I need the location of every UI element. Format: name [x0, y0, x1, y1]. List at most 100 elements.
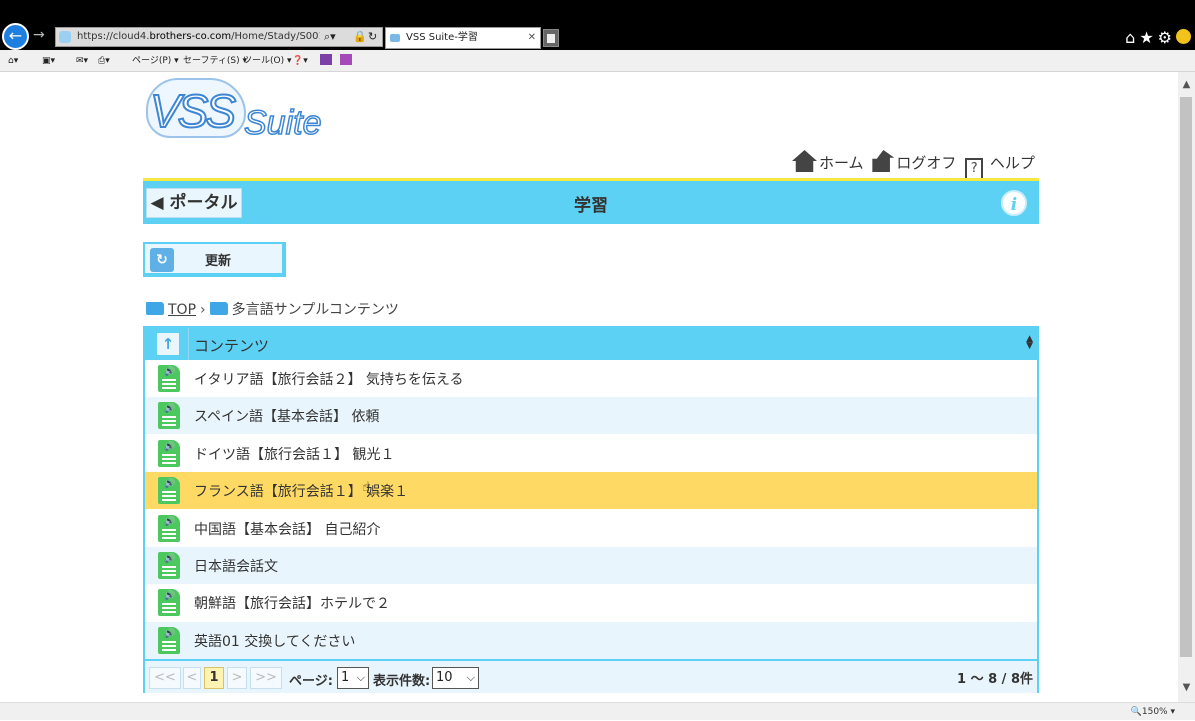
- contents-table: ↑ コンテンツ ▲ ▼ 🔊 イタリア語【旅行会話２】 気持ちを伝える 🔊 スペイン語【基…: [143, 326, 1039, 693]
- mail-icon[interactable]: ✉▾: [76, 50, 88, 72]
- first-page-button[interactable]: <<: [149, 667, 181, 689]
- portal-back-button[interactable]: ◀ ポータル: [146, 188, 242, 218]
- audio-document-icon: 🔊: [158, 402, 180, 430]
- home-icon[interactable]: ⌂: [1125, 28, 1139, 47]
- table-row[interactable]: 🔊 英語01 交換してください: [145, 621, 1037, 659]
- onenote-icon[interactable]: [320, 50, 332, 72]
- forward-arrow-icon[interactable]: →: [33, 27, 45, 43]
- page-menu[interactable]: ページ(P) ▾: [132, 50, 179, 72]
- logo-suite-text: Suite: [243, 103, 322, 143]
- tab-favicon-icon: [390, 34, 400, 42]
- page-header-bar: ◀ ポータル 学習 i: [143, 178, 1039, 224]
- breadcrumb: TOP › 多言語サンプルコンテンツ: [146, 299, 399, 319]
- audio-document-icon: 🔊: [158, 514, 180, 542]
- refresh-button[interactable]: ↻ 更新: [143, 242, 286, 277]
- vss-suite-logo: VSS Suite: [146, 76, 336, 146]
- breadcrumb-top-link[interactable]: TOP: [168, 302, 196, 318]
- feeds-icon[interactable]: ▣▾: [42, 50, 55, 72]
- safety-menu[interactable]: セーフティ(S) ▾: [183, 50, 247, 72]
- search-icon[interactable]: ⌕▾: [324, 28, 336, 46]
- browser-actions: ⌂★⚙: [1125, 28, 1191, 47]
- refresh-label: 更新: [205, 254, 232, 269]
- home-icon: [792, 150, 817, 172]
- chevron-down-icon: ⌵: [466, 671, 475, 684]
- table-row[interactable]: 🔊 フランス語【旅行会話１】 娯楽１: [145, 472, 1037, 510]
- home-page-icon[interactable]: ⌂▾: [8, 50, 18, 72]
- page-label: ページ:: [289, 674, 333, 689]
- tab-title: VSS Suite-学習: [406, 32, 478, 43]
- up-arrow-icon: ↑: [157, 333, 179, 355]
- help-icon: ?: [965, 158, 984, 180]
- table-row[interactable]: 🔊 イタリア語【旅行会話２】 気持ちを伝える: [145, 360, 1037, 397]
- refresh-icon: ↻: [150, 248, 174, 272]
- audio-document-icon: 🔊: [158, 477, 180, 505]
- settings-gear-icon[interactable]: ⚙: [1158, 28, 1176, 47]
- content-title[interactable]: 朝鮮語【旅行会話】ホテルで２: [194, 593, 390, 613]
- lock-icon[interactable]: 🔒: [353, 28, 367, 46]
- audio-document-icon: 🔊: [158, 552, 180, 579]
- logoff-link[interactable]: ログオフ: [872, 150, 956, 173]
- per-page-label: 表示件数:: [373, 674, 431, 689]
- feedback-smiley-icon[interactable]: [1176, 29, 1191, 44]
- breadcrumb-current: 多言語サンプルコンテンツ: [231, 302, 399, 318]
- chevron-right-icon: ›: [200, 302, 206, 318]
- browser-titlebar: ← → https://cloud4.brothers-co.com/Home/…: [0, 0, 1195, 50]
- audio-document-icon: 🔊: [158, 589, 180, 617]
- page-select[interactable]: 1 ⌵: [337, 667, 369, 689]
- table-header: ↑ コンテンツ ▲ ▼: [145, 328, 1037, 360]
- address-bar[interactable]: https://cloud4.brothers-co.com/Home/Stad…: [55, 27, 383, 47]
- refresh-page-icon[interactable]: ↻: [368, 28, 377, 46]
- top-navigation: ホーム ログオフ ? ヘルプ: [792, 150, 1039, 180]
- column-header-contents[interactable]: コンテンツ: [194, 335, 269, 356]
- content-title[interactable]: スペイン語【基本会話】 依頼: [194, 406, 379, 426]
- chevron-down-icon: ⌵: [356, 671, 365, 684]
- help-menu-icon[interactable]: ❓▾: [292, 50, 308, 72]
- content-title[interactable]: 中国語【基本会話】 自己紹介: [194, 519, 380, 539]
- site-favicon-icon: [59, 31, 71, 43]
- back-arrow-icon[interactable]: ←: [2, 23, 29, 50]
- new-tab-button[interactable]: [543, 29, 559, 47]
- info-icon[interactable]: i: [1001, 190, 1027, 216]
- table-row[interactable]: 🔊 ドイツ語【旅行会話１】 観光１: [145, 434, 1037, 472]
- scroll-up-arrow-icon[interactable]: ▲: [1178, 76, 1195, 93]
- content-title[interactable]: ドイツ語【旅行会話１】 観光１: [194, 444, 394, 464]
- onenote-send-icon[interactable]: [340, 50, 352, 72]
- folder-icon: [146, 302, 164, 315]
- folder-icon: [209, 302, 228, 315]
- content-title[interactable]: フランス語【旅行会話１】 娯楽１: [194, 481, 408, 501]
- audio-document-icon: 🔊: [158, 365, 180, 392]
- table-row[interactable]: 🔊 日本語会話文: [145, 547, 1037, 584]
- next-page-button[interactable]: >: [227, 667, 247, 689]
- page-title: 学習: [574, 196, 608, 216]
- scroll-down-arrow-icon[interactable]: ▼: [1178, 679, 1195, 696]
- scrollbar-thumb[interactable]: [1180, 97, 1192, 657]
- last-page-button[interactable]: >>: [250, 667, 282, 689]
- page-1-button[interactable]: 1: [204, 667, 224, 689]
- command-bar: ⌂▾ ▣▾ ✉▾ ⎙▾ ページ(P) ▾ セーフティ(S) ▾ ツール(O) ▾…: [0, 50, 1195, 72]
- sort-icon[interactable]: ▲ ▼: [1026, 335, 1033, 351]
- content-title[interactable]: イタリア語【旅行会話２】 気持ちを伝える: [194, 369, 463, 389]
- table-row[interactable]: 🔊 中国語【基本会話】 自己紹介: [145, 509, 1037, 547]
- vertical-scrollbar[interactable]: ▲ ▼: [1178, 72, 1195, 702]
- content-title[interactable]: 日本語会話文: [194, 556, 278, 576]
- print-icon[interactable]: ⎙▾: [98, 50, 110, 72]
- hand-cursor-icon: ☝: [362, 480, 370, 495]
- zoom-level[interactable]: 🔍150% ▾: [1131, 703, 1175, 721]
- logo-vss-text: VSS: [149, 84, 237, 138]
- table-row[interactable]: 🔊 スペイン語【基本会話】 依頼: [145, 397, 1037, 435]
- tools-menu[interactable]: ツール(O) ▾: [243, 50, 292, 72]
- content-title[interactable]: 英語01 交換してください: [194, 631, 355, 651]
- tab-close-icon[interactable]: ✕: [528, 28, 536, 48]
- favorites-star-icon[interactable]: ★: [1139, 28, 1157, 47]
- help-link[interactable]: ? ヘルプ: [965, 152, 1035, 180]
- per-page-select[interactable]: 10 ⌵: [432, 667, 479, 689]
- browser-tab[interactable]: VSS Suite-学習 ✕: [385, 27, 541, 49]
- audio-document-icon: 🔊: [158, 626, 180, 654]
- address-url: https://cloud4.brothers-co.com/Home/Stad…: [77, 31, 320, 42]
- logoff-icon: [872, 150, 895, 172]
- home-link[interactable]: ホーム: [792, 150, 864, 173]
- pagination-bar: << < 1 > >> ページ: 1 ⌵ 表示件数: 10 ⌵ 1 ～ 8 / 8件: [145, 659, 1037, 693]
- parent-folder-button[interactable]: ↑: [145, 328, 189, 360]
- prev-page-button[interactable]: <: [183, 667, 201, 689]
- table-row[interactable]: 🔊 朝鮮語【旅行会話】ホテルで２: [145, 584, 1037, 622]
